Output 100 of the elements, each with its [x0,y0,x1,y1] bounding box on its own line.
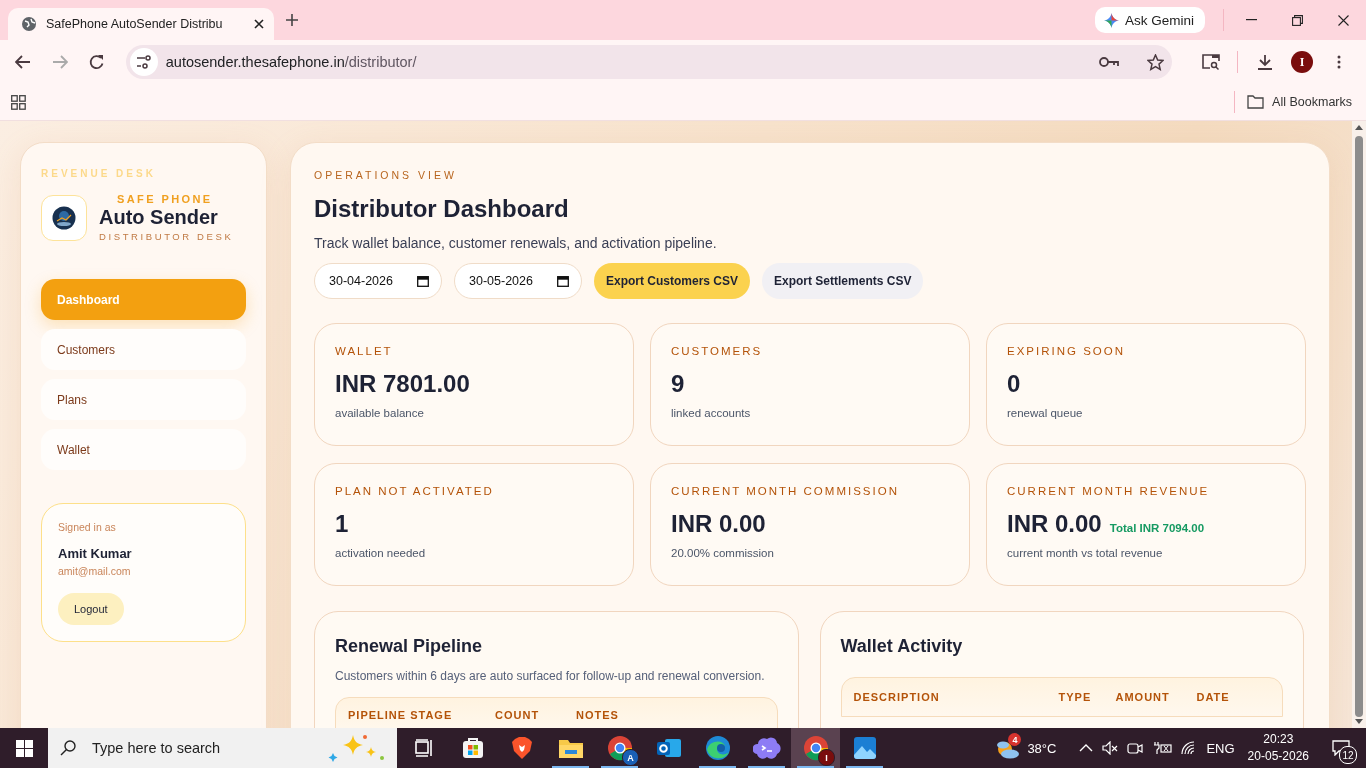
column-header: DESCRIPTION [853,691,941,703]
apps-icon[interactable] [11,94,26,110]
chevron-up-icon[interactable] [1079,744,1094,752]
stat-value: INR 0.00 [1007,510,1102,538]
language-indicator[interactable]: ENG [1206,740,1235,756]
column-header: NOTES [576,709,620,721]
scroll-down-icon[interactable] [1355,719,1363,724]
profile-badge: I [818,749,835,766]
stat-value: INR 0.00 [671,510,766,538]
task-view-icon [413,739,434,757]
page-subtitle: Track wallet balance, customer renewals, and activation pipeline. [314,235,718,251]
search-icon [60,740,76,756]
brand-name: Auto Sender [99,205,218,229]
globe-icon [21,16,37,32]
notification-count: 12 [1339,746,1357,764]
taskbar-app-button[interactable]: I [791,728,840,768]
calendar-icon [557,275,569,287]
stat-label: CURRENT MONTH REVENUE [1007,485,1211,497]
stat-note: current month vs total revenue [1007,547,1164,559]
tab-title: SafePhone AutoSender Distribu [46,17,224,31]
forward-arrow-icon [51,55,68,69]
sparkle-icon [1103,12,1119,28]
taskbar-app-button[interactable]: A [595,728,644,768]
panel-title: Wallet Activity [840,636,964,657]
download-icon [1256,54,1273,70]
scrollbar-thumb[interactable] [1355,136,1363,717]
stat-value: INR 7801.00 [335,370,470,398]
column-header: COUNT [495,709,541,721]
date-field[interactable]: 30-04-2026 [314,263,442,299]
panel-title: Renewal Pipeline [335,636,484,657]
speaker-muted-icon[interactable] [1102,741,1119,755]
minimize-icon [1245,19,1257,21]
bookmarks-button[interactable]: All Bookmarks [1243,95,1356,109]
column-header: DATE [1196,691,1231,703]
reload-icon [89,54,106,70]
tab-search-icon [1201,54,1220,70]
clock[interactable]: 20:23 20-05-2026 [1247,731,1309,765]
camera-icon[interactable] [1127,741,1144,755]
photos-icon [852,736,877,760]
stat-note: activation needed [335,547,427,559]
search-bar[interactable]: Type here to search [48,728,397,768]
column-header: PIPELINE STAGE [348,709,454,721]
stat-label: CURRENT MONTH COMMISSION [671,485,900,497]
nav-item[interactable]: Plans [41,379,246,420]
logout-button[interactable]: Logout [58,593,124,625]
stat-note: linked accounts [671,407,752,419]
key-icon[interactable] [1099,56,1120,68]
user-name: Amit Kumar [58,546,132,561]
folder-icon [1247,95,1265,109]
plus-icon [286,14,298,26]
stat-label: CUSTOMERS [671,345,764,357]
browser-tab[interactable]: SafePhone AutoSender Distribu [8,8,274,40]
address-bar[interactable]: autosender.thesafephone.in/distributor/ [125,45,1173,79]
brand-tagline: SAFE PHONE [117,193,213,205]
battery-icon[interactable] [1152,741,1173,755]
page-title: Distributor Dashboard [314,195,570,223]
nav-item[interactable]: Wallet [41,429,246,470]
terminal-icon [752,736,781,760]
shield-icon [510,736,533,760]
user-email: amit@mail.com [58,565,131,577]
panel-description: Customers within 6 days are auto surfaced for follow-up and renewal conversion. [335,669,766,683]
windows-icon [15,739,33,757]
stat-label: EXPIRING SOON [1007,345,1127,357]
weather-badge: 4 [1008,733,1022,746]
tune-icon [135,55,152,69]
stat-label: PLAN NOT ACTIVATED [335,485,495,497]
temperature-text: 38°C [1027,740,1057,756]
nav-item[interactable]: Customers [41,329,246,370]
back-arrow-icon [14,55,31,69]
scroll-up-icon[interactable] [1355,125,1363,130]
gemini-button[interactable]: Ask Gemini [1094,7,1205,33]
stat-value: 1 [335,510,349,538]
user-caption: Signed in as [58,521,116,533]
export-button[interactable]: Export Settlements CSV [762,263,924,299]
stat-label: WALLET [335,345,394,357]
store-icon [460,736,485,760]
close-icon [1337,14,1349,26]
export-button[interactable]: Export Customers CSV [594,263,751,299]
column-header: AMOUNT [1115,691,1171,703]
url-text: autosender.thesafephone.in/distributor/ [165,54,418,70]
folder-icon [557,737,584,759]
logo-icon [41,194,87,241]
calendar-icon [417,275,429,287]
stat-total: Total INR 7094.00 [1109,522,1205,534]
column-header: TYPE [1058,691,1093,703]
date-field[interactable]: 30-05-2026 [454,263,582,299]
stat-note: available balance [335,407,425,419]
sparkles-icon [327,733,385,763]
notifications-button[interactable]: 12 [1326,733,1356,763]
mail-app-icon [655,736,682,760]
edge-browser-icon [704,735,731,761]
section-label: REVENUE DESK [41,168,157,179]
stat-note: renewal queue [1007,407,1084,419]
profile-button[interactable]: I [1285,45,1319,79]
section-label: OPERATIONS VIEW [314,169,458,181]
stat-value: 9 [671,370,685,398]
star-icon[interactable] [1147,53,1165,71]
search-field[interactable]: Type here to search [90,739,313,757]
site-info-button[interactable] [129,48,158,76]
close-icon[interactable] [254,19,264,29]
